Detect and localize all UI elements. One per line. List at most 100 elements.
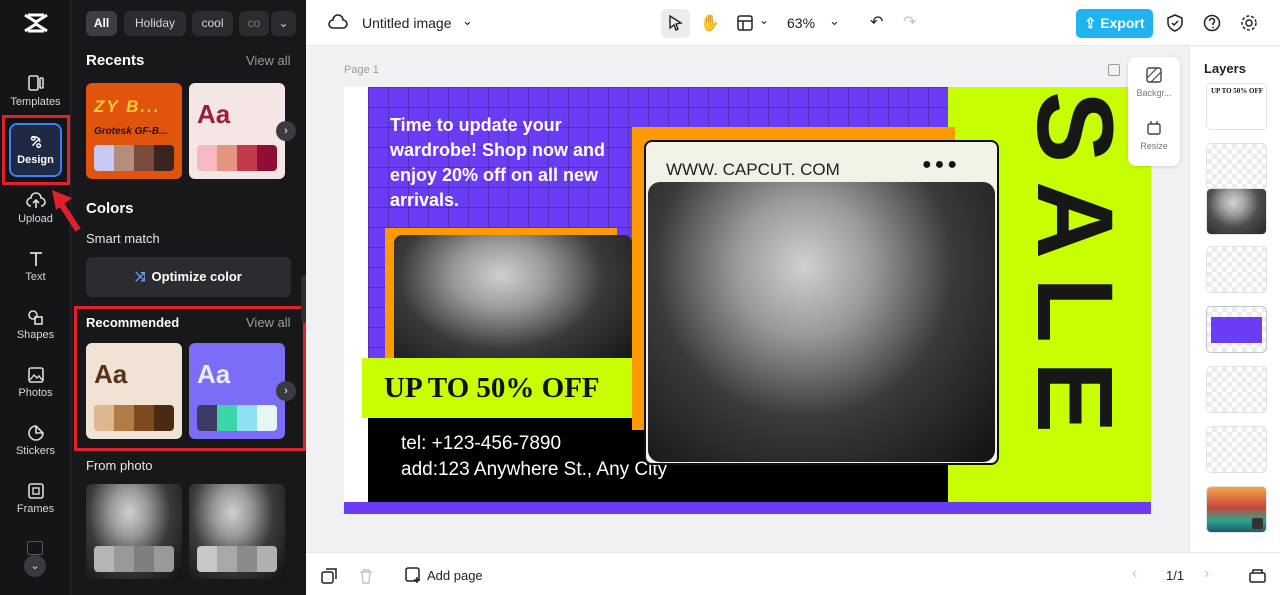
text-icon [29,252,42,266]
recent-card-2[interactable]: Aa [189,83,285,179]
capcut-logo-icon[interactable] [22,10,50,36]
zoom-dropdown-icon[interactable]: ⌄ [829,13,840,29]
left-rail: Templates Design Upload Text Shapes Phot… [0,0,71,595]
arrow-annotation-icon [52,190,81,232]
rail-item-photos[interactable]: Photos [0,366,71,422]
layer-thumb-photo[interactable] [1206,188,1267,235]
recommended-view-all-link[interactable]: View all [246,315,291,330]
recommended-card-1-text: Aa [94,359,128,389]
optimize-color-label: Optimize color [151,269,242,284]
address-text[interactable]: add:123 Anywhere St., Any City [401,459,667,481]
chevron-right-icon: › [284,125,288,137]
recents-next-button[interactable]: › [276,121,296,141]
undo-icon[interactable]: ↶ [870,12,883,32]
rail-item-label: Design [17,154,54,166]
add-page-button[interactable]: Add page [427,568,483,583]
url-text[interactable]: WWW. CAPCUT. COM [666,160,840,180]
model-photo-large[interactable] [648,182,995,462]
rail-item-label: Frames [16,503,55,515]
page-label: Page 1 [344,64,379,76]
export-button[interactable]: ⇪ Export [1076,9,1153,38]
gear-icon[interactable] [1240,14,1258,32]
layer-thumb-6[interactable] [1206,366,1267,413]
chevron-down-icon[interactable]: ⌄ [759,13,769,27]
design-page[interactable]: Time to update your wardrobe! Shop now a… [344,87,1151,514]
layer-thumb-7[interactable] [1206,426,1267,473]
rail-item-label: Shapes [16,329,55,341]
bottom-bar: Add page ‹ 1/1 › [306,552,1280,595]
filter-chip-holiday[interactable]: Holiday [124,11,186,36]
recommended-card-2[interactable]: Aa [189,343,285,439]
chevron-down-icon[interactable]: ⌄ [462,13,473,29]
layer-thumb-offer-text[interactable]: UP TO 50% OFF [1206,83,1267,130]
layers-title: Layers [1204,61,1246,76]
sale-text: SALE [1015,91,1136,452]
rail-item-label: Stickers [15,445,56,457]
hand-tool-icon[interactable]: ✋ [700,13,720,33]
recommended-card-2-text: Aa [197,359,231,389]
resize-tool-button[interactable]: Resize [1128,120,1180,151]
page-manager-icon[interactable] [1249,567,1266,583]
export-icon: ⇪ [1084,15,1097,31]
rail-item-design[interactable]: Design [9,123,62,177]
duplicate-page-icon[interactable] [321,568,337,584]
rail-item-shapes[interactable]: Shapes [0,308,71,364]
rail-item-label: Photos [18,387,53,399]
background-tool-label: Backgr... [1136,88,1172,98]
tel-text[interactable]: tel: +123-456-7890 [401,433,561,455]
expand-rail-button[interactable]: ⌄ [24,555,46,577]
offer-banner: UP TO 50% OFF [362,358,632,418]
from-photo-card-1[interactable] [86,484,182,579]
browser-frame: WWW. CAPCUT. COM ●●● [644,140,999,465]
help-icon[interactable] [1203,14,1221,32]
shield-icon[interactable] [1166,14,1184,32]
offer-text[interactable]: UP TO 50% OFF [384,372,600,405]
layer-thumb-purple[interactable] [1206,306,1267,353]
recommended-next-button[interactable]: › [276,381,296,401]
from-photo-label: From photo [86,458,153,473]
recent-card-2-swatches [197,145,277,171]
from-photo-card-2[interactable] [189,484,285,579]
shuffle-icon: ⤨ [135,269,146,284]
filter-chip-cool[interactable]: cool [192,11,233,36]
next-page-icon[interactable]: › [1204,565,1209,583]
redo-icon[interactable]: ↷ [903,12,916,32]
prev-page-icon[interactable]: ‹ [1132,565,1137,583]
headline-text[interactable]: Time to update your wardrobe! Shop now a… [390,113,630,213]
rail-item-stickers[interactable]: Stickers [0,424,71,480]
layer-thumb-4[interactable] [1206,246,1267,293]
model-photo-small[interactable] [394,235,632,370]
more-apps-icon[interactable] [27,541,43,555]
page-count: 1/1 [1166,568,1185,583]
copy-page-icon[interactable] [1108,64,1120,76]
trash-icon[interactable] [359,568,373,584]
background-tool-button[interactable]: Backgr... [1128,67,1180,98]
optimize-color-button[interactable]: ⤨ Optimize color [86,257,291,297]
sale-text-box[interactable]: SALE [972,91,1151,486]
layer-thumb-2[interactable] [1206,143,1267,190]
zoom-level[interactable]: 63% [787,15,815,31]
shapes-icon [27,310,43,325]
layer-thumb-text: UP TO 50% OFF [1211,87,1264,95]
layout-icon[interactable] [737,15,753,31]
top-toolbar: Untitled image ⌄ ✋ ⌄ 63% ⌄ ↶ ↷ ⇪ Export [306,0,1280,46]
resize-icon [1147,121,1161,135]
select-tool-button[interactable] [661,9,690,38]
layers-panel: Layers UP TO 50% OFF [1189,47,1280,552]
from-photo-card-2-swatches [197,546,277,572]
recommended-card-2-swatches [197,405,277,431]
smart-match-label: Smart match [86,231,160,246]
chips-dropdown-button[interactable]: ⌄ [271,11,296,36]
recents-view-all-link[interactable]: View all [246,53,291,68]
rail-item-frames[interactable]: Frames [0,482,71,538]
filter-chip-all[interactable]: All [86,11,117,36]
document-title[interactable]: Untitled image [362,15,452,31]
templates-icon [27,75,44,91]
recent-card-1[interactable]: ZY B... Grotesk GF-B... [86,83,182,179]
rail-item-text[interactable]: Text [0,250,71,306]
canvas-area[interactable]: Page 1 Time to update your wardrobe! Sho… [306,47,1188,552]
layer-thumb-background[interactable] [1206,486,1267,533]
filter-chip-more[interactable]: co [239,11,269,36]
cloud-sync-icon[interactable] [328,14,348,32]
recommended-card-1[interactable]: Aa [86,343,182,439]
